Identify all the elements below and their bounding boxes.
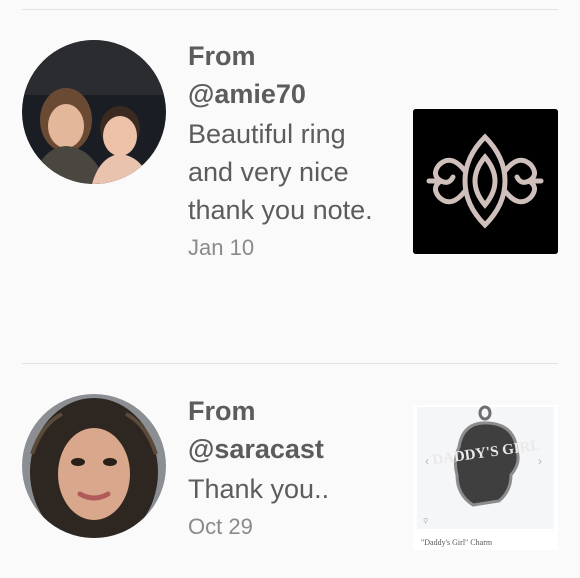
product-thumbnail[interactable]	[413, 109, 558, 254]
user-avatar[interactable]	[22, 394, 166, 538]
review-message: Beautiful ring and very nice thank you n…	[188, 119, 373, 225]
from-label: From	[188, 396, 256, 426]
user-avatar[interactable]	[22, 40, 166, 184]
zoom-icon[interactable]: ⚲	[423, 518, 428, 525]
top-divider	[22, 9, 558, 10]
chevron-right-icon[interactable]: ›	[538, 454, 542, 468]
product-thumbnail[interactable]: ‹ › DADDY'S GIRL ⚲ "Daddy's Girl" Charm	[413, 405, 558, 550]
review-message: Thank you..	[188, 474, 330, 504]
review-divider	[22, 363, 558, 364]
username-link[interactable]: @saracast	[188, 430, 398, 468]
thumbnail-caption: "Daddy's Girl" Charm	[421, 538, 493, 547]
username-link[interactable]: @amie70	[188, 75, 398, 113]
from-label: From	[188, 41, 256, 71]
review-date: Oct 29	[188, 514, 253, 539]
review-date: Jan 10	[188, 235, 255, 260]
chevron-left-icon[interactable]: ‹	[425, 454, 429, 468]
ring-icon	[413, 109, 558, 254]
